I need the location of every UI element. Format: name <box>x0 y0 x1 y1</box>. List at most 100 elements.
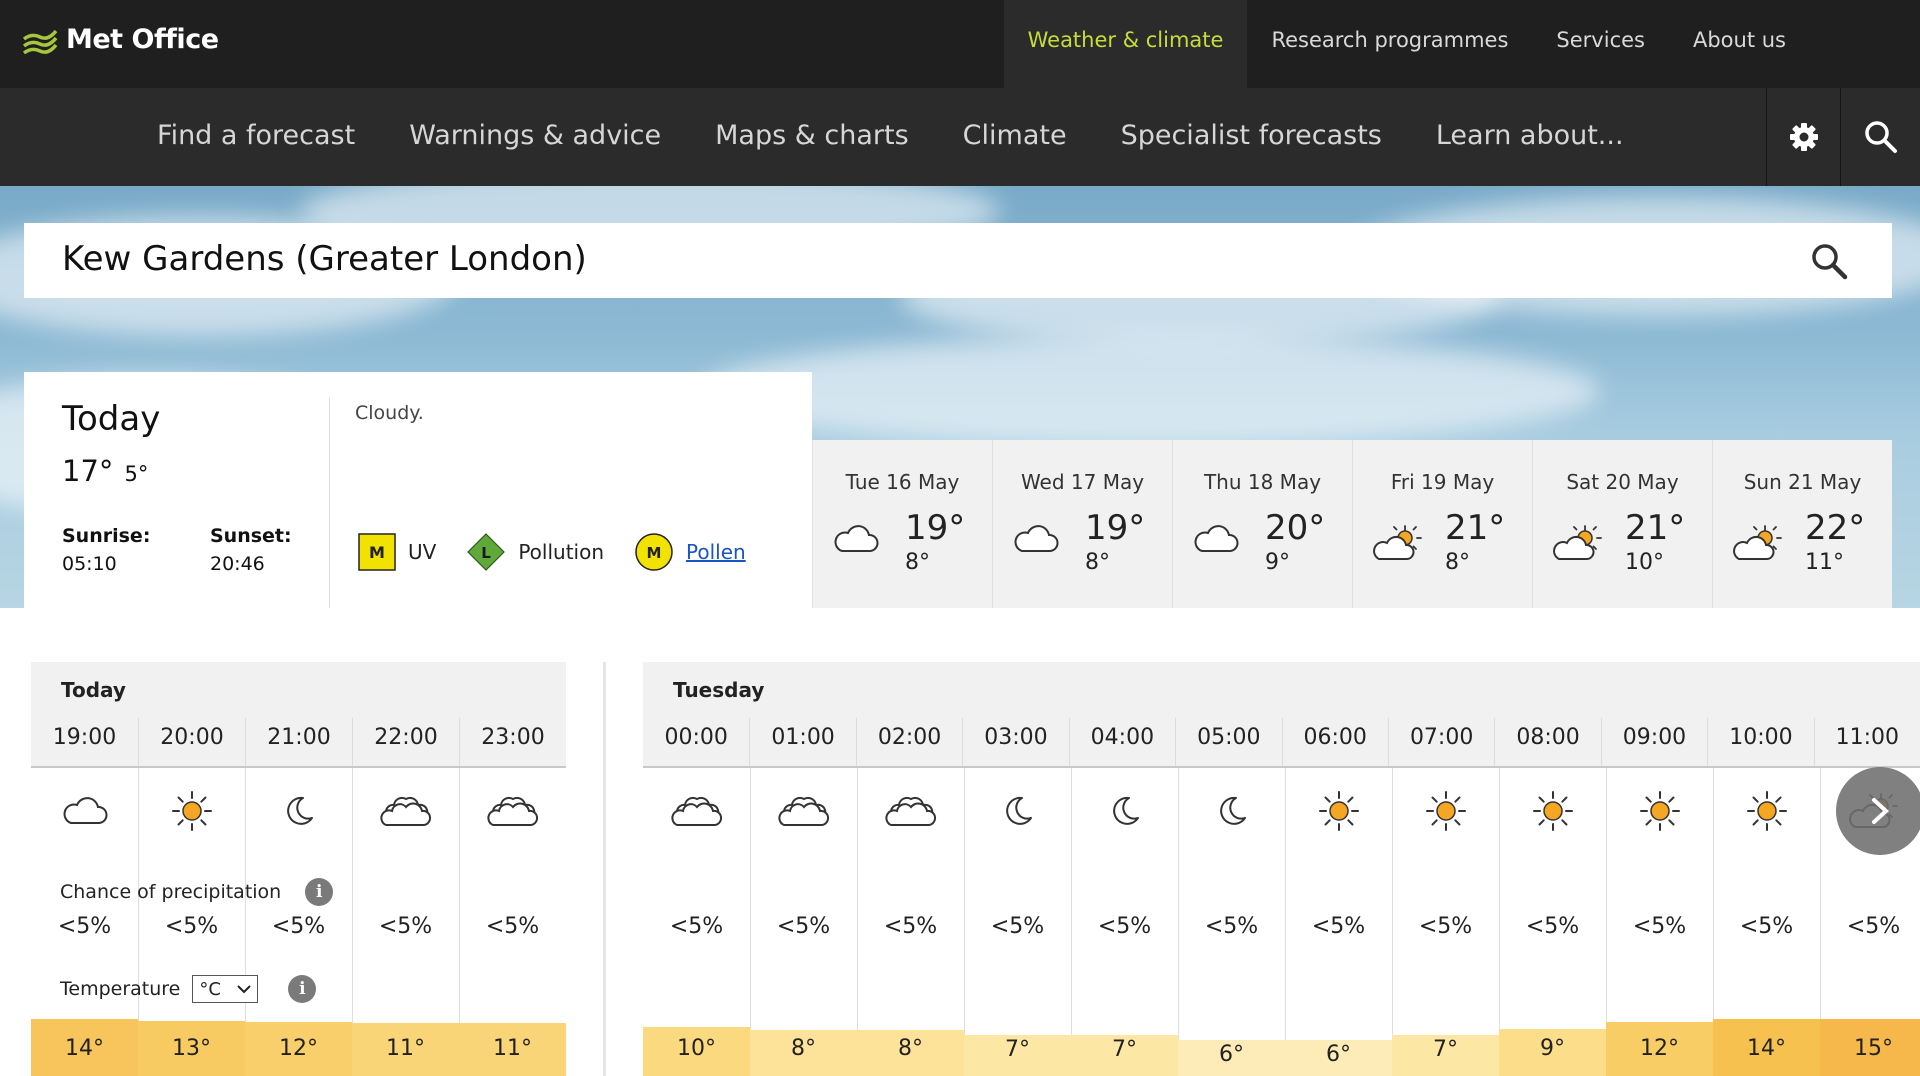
hour-precipitation: <5% <box>378 914 433 939</box>
precipitation-info-icon[interactable]: i <box>305 878 334 906</box>
nav-learn-about[interactable]: Learn about... <box>1409 88 1651 186</box>
hour-precipitation: <5% <box>164 914 219 939</box>
day-tab-max-temp: 21° <box>1625 508 1686 548</box>
sun-icon <box>138 786 245 836</box>
top-bar: Met Office Weather & climate Research pr… <box>0 0 1920 88</box>
sun-icon <box>1392 786 1499 836</box>
hour-time: 20:00 <box>138 718 245 766</box>
day-tab-min-temp: 10° <box>1625 550 1664 575</box>
hour-temperature: 10° <box>643 1027 750 1076</box>
gear-icon <box>1789 123 1818 151</box>
hour-temperature-cell: 7° <box>1071 1019 1178 1076</box>
pollution-label: Pollution <box>518 540 605 564</box>
hour-temperature: 12° <box>1606 1022 1713 1076</box>
precipitation-label: Chance of precipitation i <box>60 878 334 906</box>
topnav-about-us[interactable]: About us <box>1669 0 1810 88</box>
hour-temperature: 11° <box>352 1023 459 1076</box>
moon-icon <box>1178 786 1285 836</box>
today-weather-summary: Cloudy. <box>355 402 424 424</box>
header-search-button[interactable] <box>1840 88 1920 186</box>
hour-time: 07:00 <box>1387 718 1494 766</box>
hour-temperature-cell: 9° <box>1499 1019 1606 1076</box>
hour-precipitation: <5% <box>1846 914 1901 939</box>
day-tab[interactable]: Thu 18 May 20° 9° <box>1172 440 1352 608</box>
nav-warnings-advice[interactable]: Warnings & advice <box>382 88 688 186</box>
main-nav: Find a forecast Warnings & advice Maps &… <box>0 88 1920 186</box>
uv-label: UV <box>408 540 437 564</box>
today-hours-row: 19:00 20:00 21:00 22:00 23:00 <box>31 718 566 768</box>
day-tab-max-temp: 21° <box>1445 508 1506 548</box>
hour-time: 11:00 <box>1813 718 1920 766</box>
hour-precipitation: <5% <box>776 914 831 939</box>
day-tab-min-temp: 8° <box>905 550 930 575</box>
brand-name: Met Office <box>66 24 219 55</box>
scroll-right-button[interactable] <box>1836 767 1920 855</box>
hour-precipitation: <5% <box>271 914 326 939</box>
day-tab[interactable]: Tue 16 May 19° 8° <box>812 440 992 608</box>
search-icon[interactable] <box>1810 242 1848 280</box>
search-icon <box>1864 121 1897 153</box>
day-tab[interactable]: Fri 19 May 21° 8° <box>1352 440 1532 608</box>
pollen-level: M <box>647 544 662 562</box>
hour-temperature: 14° <box>31 1019 138 1076</box>
moon-icon <box>1071 786 1178 836</box>
hour-time: 22:00 <box>352 718 459 766</box>
day-tab-min-temp: 8° <box>1085 550 1110 575</box>
met-office-logo[interactable]: Met Office <box>22 24 219 55</box>
hour-temperature-cell: 10° <box>643 1019 750 1076</box>
sun-icon <box>1285 786 1392 836</box>
hour-temperature-cell: 15° <box>1820 1019 1920 1076</box>
today-temperatures: 17° 5° <box>62 454 148 488</box>
temperature-info-icon[interactable]: i <box>288 975 317 1003</box>
hour-precipitation: <5% <box>1418 914 1473 939</box>
temperature-label: Temperature °C i <box>60 975 317 1003</box>
temperature-label-text: Temperature <box>60 978 181 1000</box>
topnav-weather-climate[interactable]: Weather & climate <box>1003 0 1248 88</box>
today-summary-card[interactable]: Today 17° 5° Sunrise: 05:10 Sunset: 20:4… <box>24 372 812 608</box>
hour-time: 04:00 <box>1068 718 1175 766</box>
pollen-link[interactable]: Pollen <box>686 540 746 564</box>
nav-find-a-forecast[interactable]: Find a forecast <box>130 88 382 186</box>
hour-temperature-cell: 6° <box>1285 1019 1392 1076</box>
today-min-temp: 5° <box>124 462 149 486</box>
sun-icon <box>1713 786 1820 836</box>
hour-precipitation: <5% <box>990 914 1045 939</box>
hour-temperature: 7° <box>1392 1035 1499 1076</box>
uv-indicator[interactable]: M UV <box>358 533 436 571</box>
hour-temperature: 15° <box>1820 1019 1920 1076</box>
day-tab-date: Tue 16 May <box>845 470 960 494</box>
day-tab[interactable]: Sun 21 May 22° 11° <box>1712 440 1892 608</box>
hour-temperature: 7° <box>964 1035 1071 1076</box>
hour-precipitation: <5% <box>883 914 938 939</box>
hour-precipitation: <5% <box>1632 914 1687 939</box>
hour-time: 00:00 <box>664 725 728 750</box>
card-divider <box>329 398 330 608</box>
cloudy-icon <box>833 524 879 558</box>
day-tab[interactable]: Wed 17 May 19° 8° <box>992 440 1172 608</box>
moon-icon <box>245 786 352 836</box>
nav-maps-charts[interactable]: Maps & charts <box>688 88 936 186</box>
pollen-indicator[interactable]: M Pollen <box>634 532 746 572</box>
hour-precipitation: <5% <box>669 914 724 939</box>
nav-climate[interactable]: Climate <box>936 88 1094 186</box>
topnav-services[interactable]: Services <box>1532 0 1669 88</box>
day-tab[interactable]: Sat 20 May 21° 10° <box>1532 440 1712 608</box>
cloudy-icon <box>1193 524 1239 558</box>
day-tab-min-temp: 9° <box>1265 550 1290 575</box>
settings-button[interactable] <box>1766 88 1840 186</box>
temperature-unit-select[interactable]: °C <box>192 975 259 1003</box>
pollution-low-badge-icon: L <box>467 533 506 571</box>
location-search-field[interactable]: Kew Gardens (Greater London) <box>24 223 1892 298</box>
tuesday-weather-icons <box>643 786 1920 836</box>
hour-time: 19:00 <box>52 725 117 750</box>
hour-temperature-cell: 12° <box>245 1019 352 1076</box>
day-tab-min-temp: 11° <box>1805 550 1844 575</box>
hour-temperature-cell: 14° <box>1713 1019 1820 1076</box>
day-divider <box>603 662 606 1076</box>
pollution-indicator[interactable]: L Pollution <box>466 532 604 572</box>
location-input-value[interactable]: Kew Gardens (Greater London) <box>62 239 587 279</box>
nav-specialist-forecasts[interactable]: Specialist forecasts <box>1094 88 1409 186</box>
hour-precipitation: <5% <box>1204 914 1259 939</box>
today-weather-icons <box>31 786 566 836</box>
topnav-research-programmes[interactable]: Research programmes <box>1247 0 1532 88</box>
